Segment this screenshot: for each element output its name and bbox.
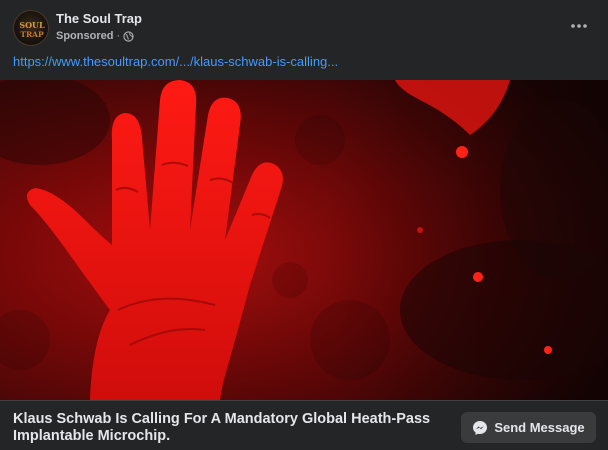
ad-headline[interactable]: Klaus Schwab Is Calling For A Mandatory … xyxy=(13,411,433,445)
avatar-logo: SOUL TRAP xyxy=(19,20,45,39)
post-meta: Sponsored · xyxy=(56,29,134,43)
ad-image[interactable] xyxy=(0,80,608,400)
avatar-logo-text-top: SOUL xyxy=(19,20,45,30)
post-footer: Klaus Schwab Is Calling For A Mandatory … xyxy=(0,400,608,450)
post-header: SOUL TRAP The Soul Trap Sponsored · xyxy=(0,0,608,50)
sponsored-post: SOUL TRAP The Soul Trap Sponsored · http… xyxy=(0,0,608,450)
sponsored-label[interactable]: Sponsored xyxy=(56,30,113,42)
meta-separator: · xyxy=(116,30,121,42)
messenger-icon xyxy=(472,420,488,436)
send-message-label: Send Message xyxy=(494,420,585,435)
avatar-logo-text-bottom: TRAP xyxy=(20,30,44,39)
page-name[interactable]: The Soul Trap xyxy=(56,11,142,26)
more-options-button[interactable] xyxy=(566,13,592,39)
globe-icon xyxy=(123,30,134,42)
red-hand-image xyxy=(0,80,608,400)
more-horizontal-icon xyxy=(571,24,587,28)
avatar[interactable]: SOUL TRAP xyxy=(13,10,49,46)
post-link[interactable]: https://www.thesoultrap.com/.../klaus-sc… xyxy=(13,54,338,69)
send-message-button[interactable]: Send Message xyxy=(461,412,596,443)
